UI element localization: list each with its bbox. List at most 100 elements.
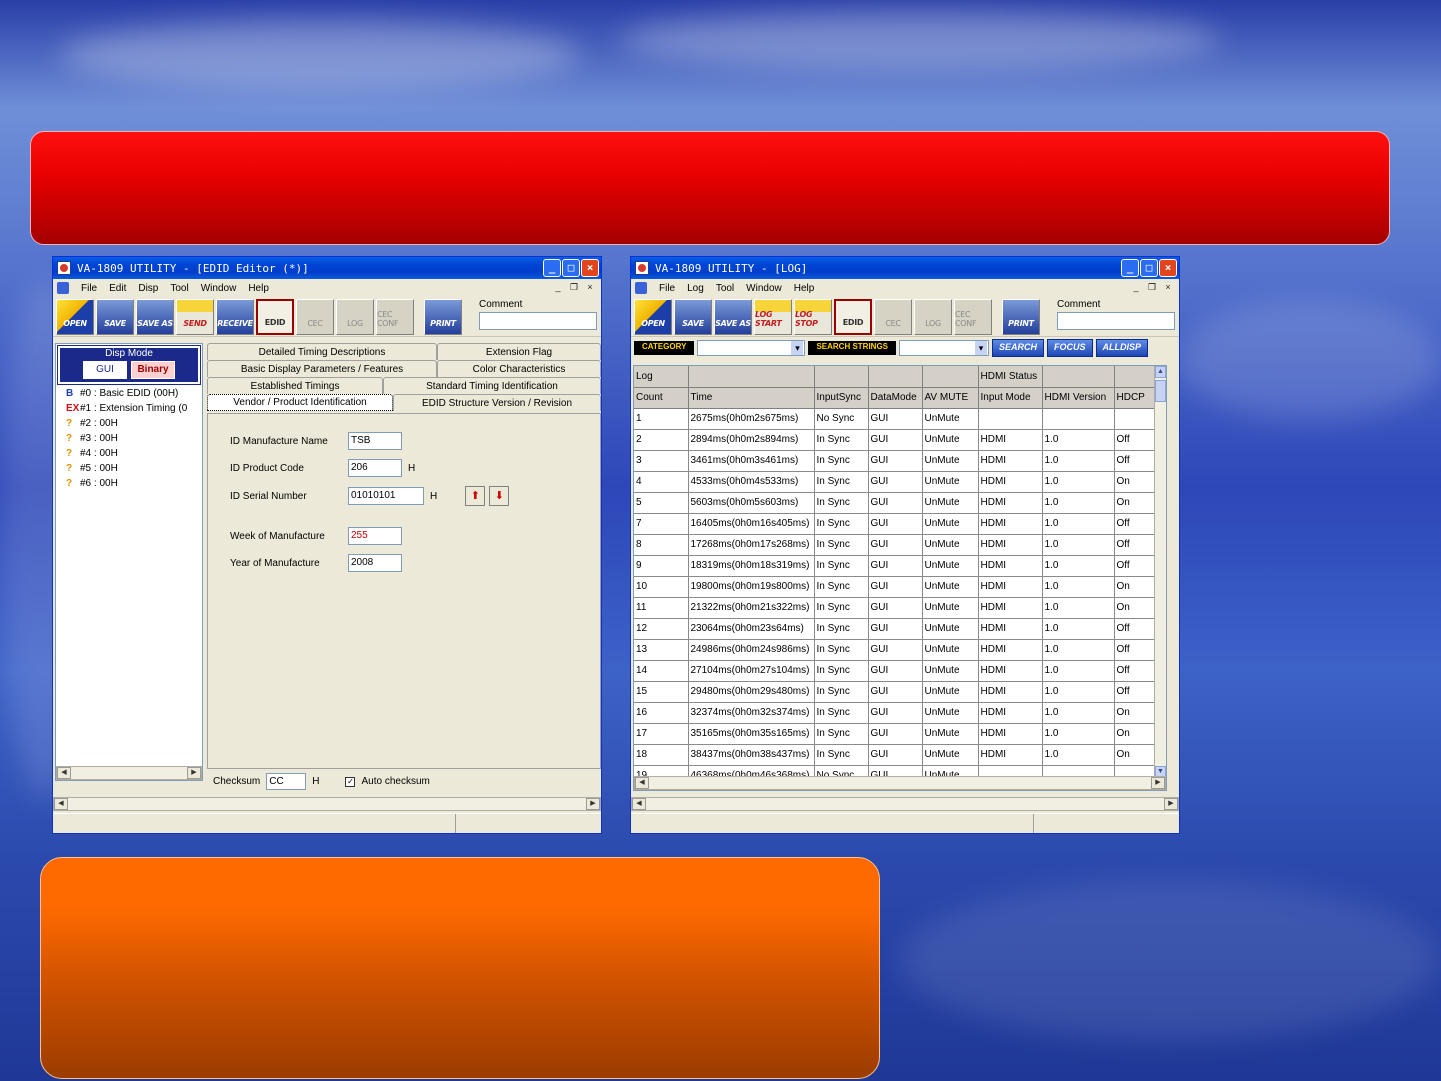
scroll-thumb[interactable] [1155,380,1166,402]
menu-tool[interactable]: Tool [716,283,734,294]
minimize-button[interactable]: _ [543,259,561,277]
scroll-left-icon[interactable]: ◀ [635,777,649,789]
tree-scrollbar[interactable]: ◀ ▶ [56,766,202,780]
table-row[interactable]: 3 3461ms(0h0m3s461ms) In Sync GUI UnMute HDMI… [634,450,1165,472]
save-as-button[interactable]: SAVE AS [136,298,174,335]
main-horizontal-scrollbar[interactable]: ◀ ▶ [53,797,601,811]
table-row[interactable]: 13 24986ms(0h0m24s986ms) In Sync GUI UnMute H… [634,639,1165,661]
menu-tool[interactable]: Tool [170,283,188,294]
tab-basic-display[interactable]: Basic Display Parameters / Features [207,360,437,377]
table-row[interactable]: 18 38437ms(0h0m38s437ms) In Sync GUI UnMute H… [634,744,1165,766]
receive-button[interactable]: RECEIVE [216,298,254,335]
tab-established-timings[interactable]: Established Timings [207,377,383,394]
product-code-field[interactable]: 206 [348,459,402,477]
mdi-close-button[interactable]: × [1161,280,1175,294]
tab-vendor-product[interactable]: Vendor / Product Identification [207,394,393,411]
save-button[interactable]: SAVE [96,298,134,335]
log-horizontal-scrollbar[interactable]: ◀ ▶ [634,776,1166,790]
arrow-down-button[interactable]: ⬇ [489,486,510,506]
comment-input[interactable] [479,312,597,330]
menu-help[interactable]: Help [248,283,269,294]
cec-button[interactable]: CEC [874,298,912,335]
edid-titlebar[interactable]: VA-1809 UTILITY - [EDID Editor (*)] _ □ … [53,257,601,279]
maximize-button[interactable]: □ [1140,259,1158,277]
table-row[interactable]: 11 21322ms(0h0m21s322ms) In Sync GUI UnMute H… [634,597,1165,619]
search-button[interactable]: SEARCH [992,339,1045,357]
binary-mode-button[interactable]: Binary [131,361,175,379]
mdi-minimize-button[interactable]: _ [551,280,565,294]
tab-color-characteristics[interactable]: Color Characteristics [437,360,601,377]
mdi-close-button[interactable]: × [583,280,597,294]
serial-number-field[interactable]: 01010101 [348,487,424,505]
tree-item[interactable]: B #0 : Basic EDID (00H) [56,386,202,401]
menu-window[interactable]: Window [746,283,782,294]
save-button[interactable]: SAVE [674,298,712,335]
log-titlebar[interactable]: VA-1809 UTILITY - [LOG] _ □ × [631,257,1179,279]
year-field[interactable]: 2008 [348,554,402,572]
scroll-left-icon[interactable]: ◀ [54,798,68,810]
tree-item[interactable]: ? #3 : 00H [56,431,202,446]
cec-conf-button[interactable]: CEC CONF [954,298,992,335]
table-row[interactable]: 1 2675ms(0h0m2s675ms) No Sync GUI UnMute [634,408,1165,430]
scroll-left-icon[interactable]: ◀ [632,798,646,810]
table-row[interactable]: 2 2894ms(0h0m2s894ms) In Sync GUI UnMute HDMI… [634,429,1165,451]
scroll-right-icon[interactable]: ▶ [586,798,600,810]
header-row[interactable]: Count Time InputSync DataMode AV MUTE Input M… [634,387,1165,409]
close-button[interactable]: × [581,259,599,277]
table-row[interactable]: 12 23064ms(0h0m23s64ms) In Sync GUI UnMute HD… [634,618,1165,640]
tree-item[interactable]: ? #6 : 00H [56,476,202,491]
close-button[interactable]: × [1159,259,1177,277]
category-dropdown[interactable] [697,340,806,356]
tree-item[interactable]: ? #5 : 00H [56,461,202,476]
table-row[interactable]: 15 29480ms(0h0m29s480ms) In Sync GUI UnMute H… [634,681,1165,703]
main-horizontal-scrollbar[interactable]: ◀ ▶ [631,797,1179,811]
scroll-up-icon[interactable]: ▲ [1155,366,1166,378]
menu-window[interactable]: Window [201,283,237,294]
gui-mode-button[interactable]: GUI [83,361,127,379]
send-button[interactable]: SEND [176,298,214,335]
table-row[interactable]: 9 18319ms(0h0m18s319ms) In Sync GUI UnMute HD… [634,555,1165,577]
tree-item[interactable]: ? #4 : 00H [56,446,202,461]
table-row[interactable]: 5 5603ms(0h0m5s603ms) In Sync GUI UnMute HDMI… [634,492,1165,514]
table-row[interactable]: 4 4533ms(0h0m4s533ms) In Sync GUI UnMute HDMI… [634,471,1165,493]
tab-extension-flag[interactable]: Extension Flag [437,343,601,360]
log-start-button[interactable]: LOG START [754,298,792,335]
table-row[interactable]: 14 27104ms(0h0m27s104ms) In Sync GUI UnMute H… [634,660,1165,682]
alldisp-button[interactable]: ALLDISP [1095,339,1149,357]
tree-item[interactable]: EX #1 : Extension Timing (0 [56,401,202,416]
table-row[interactable]: 8 17268ms(0h0m17s268ms) In Sync GUI UnMute HD… [634,534,1165,556]
menu-file[interactable]: File [81,283,97,294]
mdi-minimize-button[interactable]: _ [1129,280,1143,294]
manufacturer-field[interactable]: TSB [348,432,402,450]
table-row[interactable]: 17 35165ms(0h0m35s165ms) In Sync GUI UnMute H… [634,723,1165,745]
minimize-button[interactable]: _ [1121,259,1139,277]
scroll-right-icon[interactable]: ▶ [1164,798,1178,810]
menu-file[interactable]: File [659,283,675,294]
edid-button[interactable]: EDID [834,298,872,335]
log-vertical-scrollbar[interactable]: ▲ ▼ [1154,366,1166,778]
search-strings-dropdown[interactable] [899,340,990,356]
auto-checksum-checkbox[interactable]: ✓ [345,776,356,787]
tab-standard-timing[interactable]: Standard Timing Identification [383,377,601,394]
mdi-restore-button[interactable]: ❐ [567,280,581,294]
table-row[interactable]: 7 16405ms(0h0m16s405ms) In Sync GUI UnMute HD… [634,513,1165,535]
arrow-up-button[interactable]: ⬆ [465,486,486,506]
save-as-button[interactable]: SAVE AS [714,298,752,335]
table-row[interactable]: 10 19800ms(0h0m19s800ms) In Sync GUI UnMute H… [634,576,1165,598]
log-button[interactable]: LOG [914,298,952,335]
print-button[interactable]: PRINT [424,298,462,335]
mdi-restore-button[interactable]: ❐ [1145,280,1159,294]
print-button[interactable]: PRINT [1002,298,1040,335]
scroll-right-icon[interactable]: ▶ [187,767,201,779]
tab-detailed-timing[interactable]: Detailed Timing Descriptions [207,343,437,360]
tab-edid-structure[interactable]: EDID Structure Version / Revision [393,394,601,411]
menu-help[interactable]: Help [794,283,815,294]
tree-item[interactable]: ? #2 : 00H [56,416,202,431]
menu-log[interactable]: Log [687,283,704,294]
edid-button[interactable]: EDID [256,298,294,335]
menu-edit[interactable]: Edit [109,283,126,294]
scroll-left-icon[interactable]: ◀ [57,767,71,779]
header-row-top[interactable]: Log HDMI Status [634,366,1165,388]
cec-button[interactable]: CEC [296,298,334,335]
maximize-button[interactable]: □ [562,259,580,277]
